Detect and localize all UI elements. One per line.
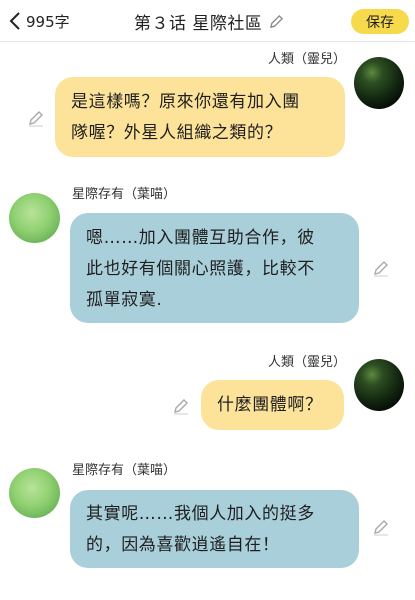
message-line: 此也好有個關心照護，比較不 <box>86 259 315 279</box>
message-line: 隊喔？外星人組織之類的？ <box>71 123 283 143</box>
top-bar: 995字 第３话 星際社區 保存 <box>0 0 415 42</box>
pencil-icon[interactable] <box>372 259 390 277</box>
word-count: 995字 <box>26 12 70 31</box>
pencil-icon[interactable] <box>27 109 45 127</box>
back-button[interactable]: 995字 <box>8 8 70 34</box>
chevron-left-icon <box>9 12 20 30</box>
save-button[interactable]: 保存 <box>351 9 409 34</box>
pencil-icon[interactable] <box>269 14 284 29</box>
chapter-title[interactable]: 第３话 星際社區 <box>134 8 284 34</box>
sender-name: 人類（靈兒） <box>267 355 346 370</box>
message-line: 孤單寂寞. <box>86 290 163 310</box>
avatar[interactable] <box>354 359 404 411</box>
message-line: 嗯……加入團體互助合作，彼 <box>86 228 315 248</box>
sender-name: 人類（靈兒） <box>267 52 346 67</box>
message-line: 的，因為喜歡逍遙自在！ <box>86 535 280 555</box>
message-line: 其實呢……我個人加入的挺多 <box>86 504 315 524</box>
avatar[interactable] <box>9 468 60 518</box>
message-bubble[interactable]: 是這樣嗎？原來你還有加入團 隊喔？外星人組織之類的？ <box>55 77 345 157</box>
message-line: 是這樣嗎？原來你還有加入團 <box>71 92 300 112</box>
sender-name: 星際存有（葉喵） <box>72 463 177 478</box>
message-bubble[interactable]: 什麼團體啊？ <box>201 380 344 430</box>
pencil-icon[interactable] <box>172 397 190 415</box>
pencil-icon[interactable] <box>372 518 390 536</box>
message-bubble[interactable]: 嗯……加入團體互助合作，彼 此也好有個關心照護，比較不 孤單寂寞. <box>70 213 359 323</box>
avatar[interactable] <box>9 193 60 243</box>
sender-name: 星際存有（葉喵） <box>72 187 177 202</box>
chapter-title-text: 第３话 星際社區 <box>134 13 263 34</box>
message-line: 什麼團體啊？ <box>217 395 323 415</box>
message-bubble[interactable]: 其實呢……我個人加入的挺多 的，因為喜歡逍遙自在！ <box>70 490 359 568</box>
avatar[interactable] <box>354 57 404 109</box>
